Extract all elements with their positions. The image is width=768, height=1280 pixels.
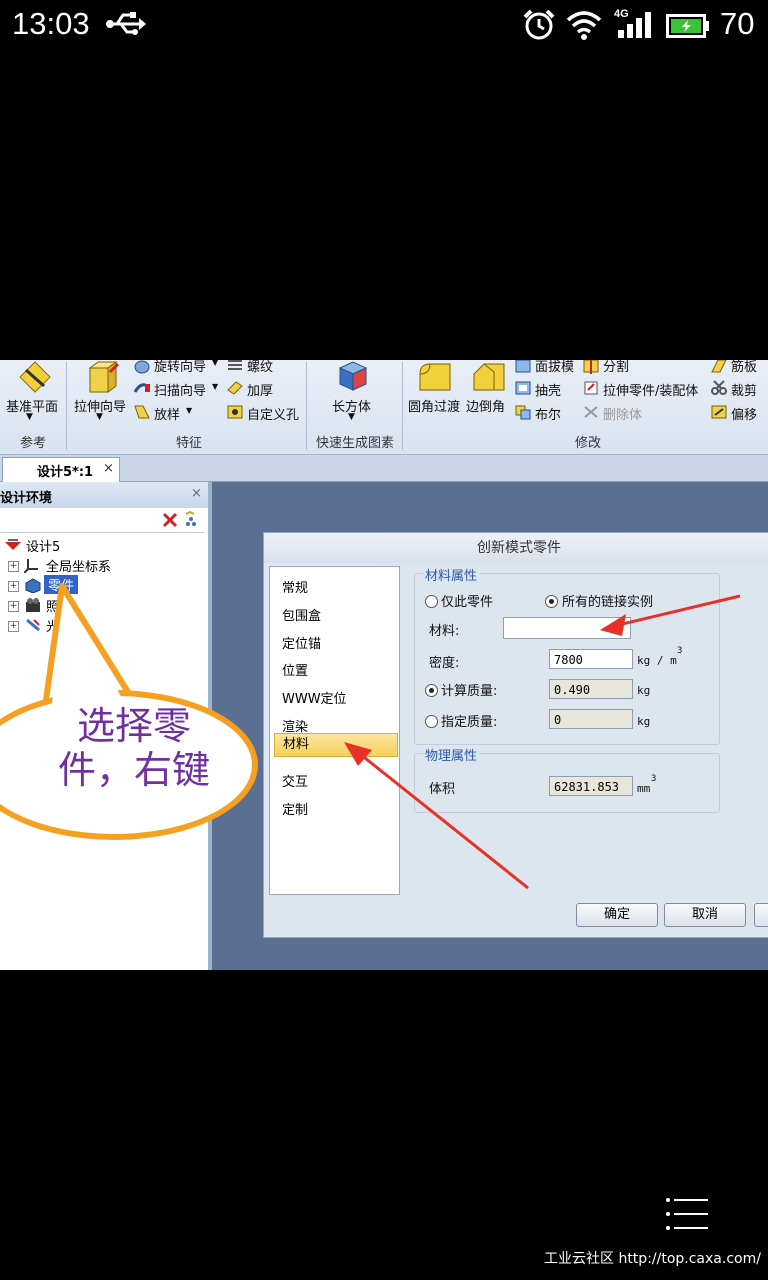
alarm-icon [523,9,555,40]
battery-percent: 70 [720,6,755,41]
signal-icon [618,12,651,38]
menu-icon[interactable] [664,1196,710,1232]
status-time: 13:03 [12,6,90,41]
status-bar: 13:03 4G 70 [0,0,768,50]
battery-icon [666,14,709,38]
callout-line-2: 件，右键 [57,748,210,792]
watermark: 工业云社区 http://top.caxa.com/ [544,1251,761,1267]
wifi-icon [566,11,602,40]
cad-screenshot: 基准平面 ▼ 参考 拉伸向导 ▼ 旋转向导 ▼ 扫描向导 ▼ 放样 ▼ 螺纹 加… [0,360,768,970]
callout-line-1: 选择零 [76,704,191,748]
usb-icon [106,12,146,35]
callout-text: 选择零 件，右键 [14,704,254,792]
